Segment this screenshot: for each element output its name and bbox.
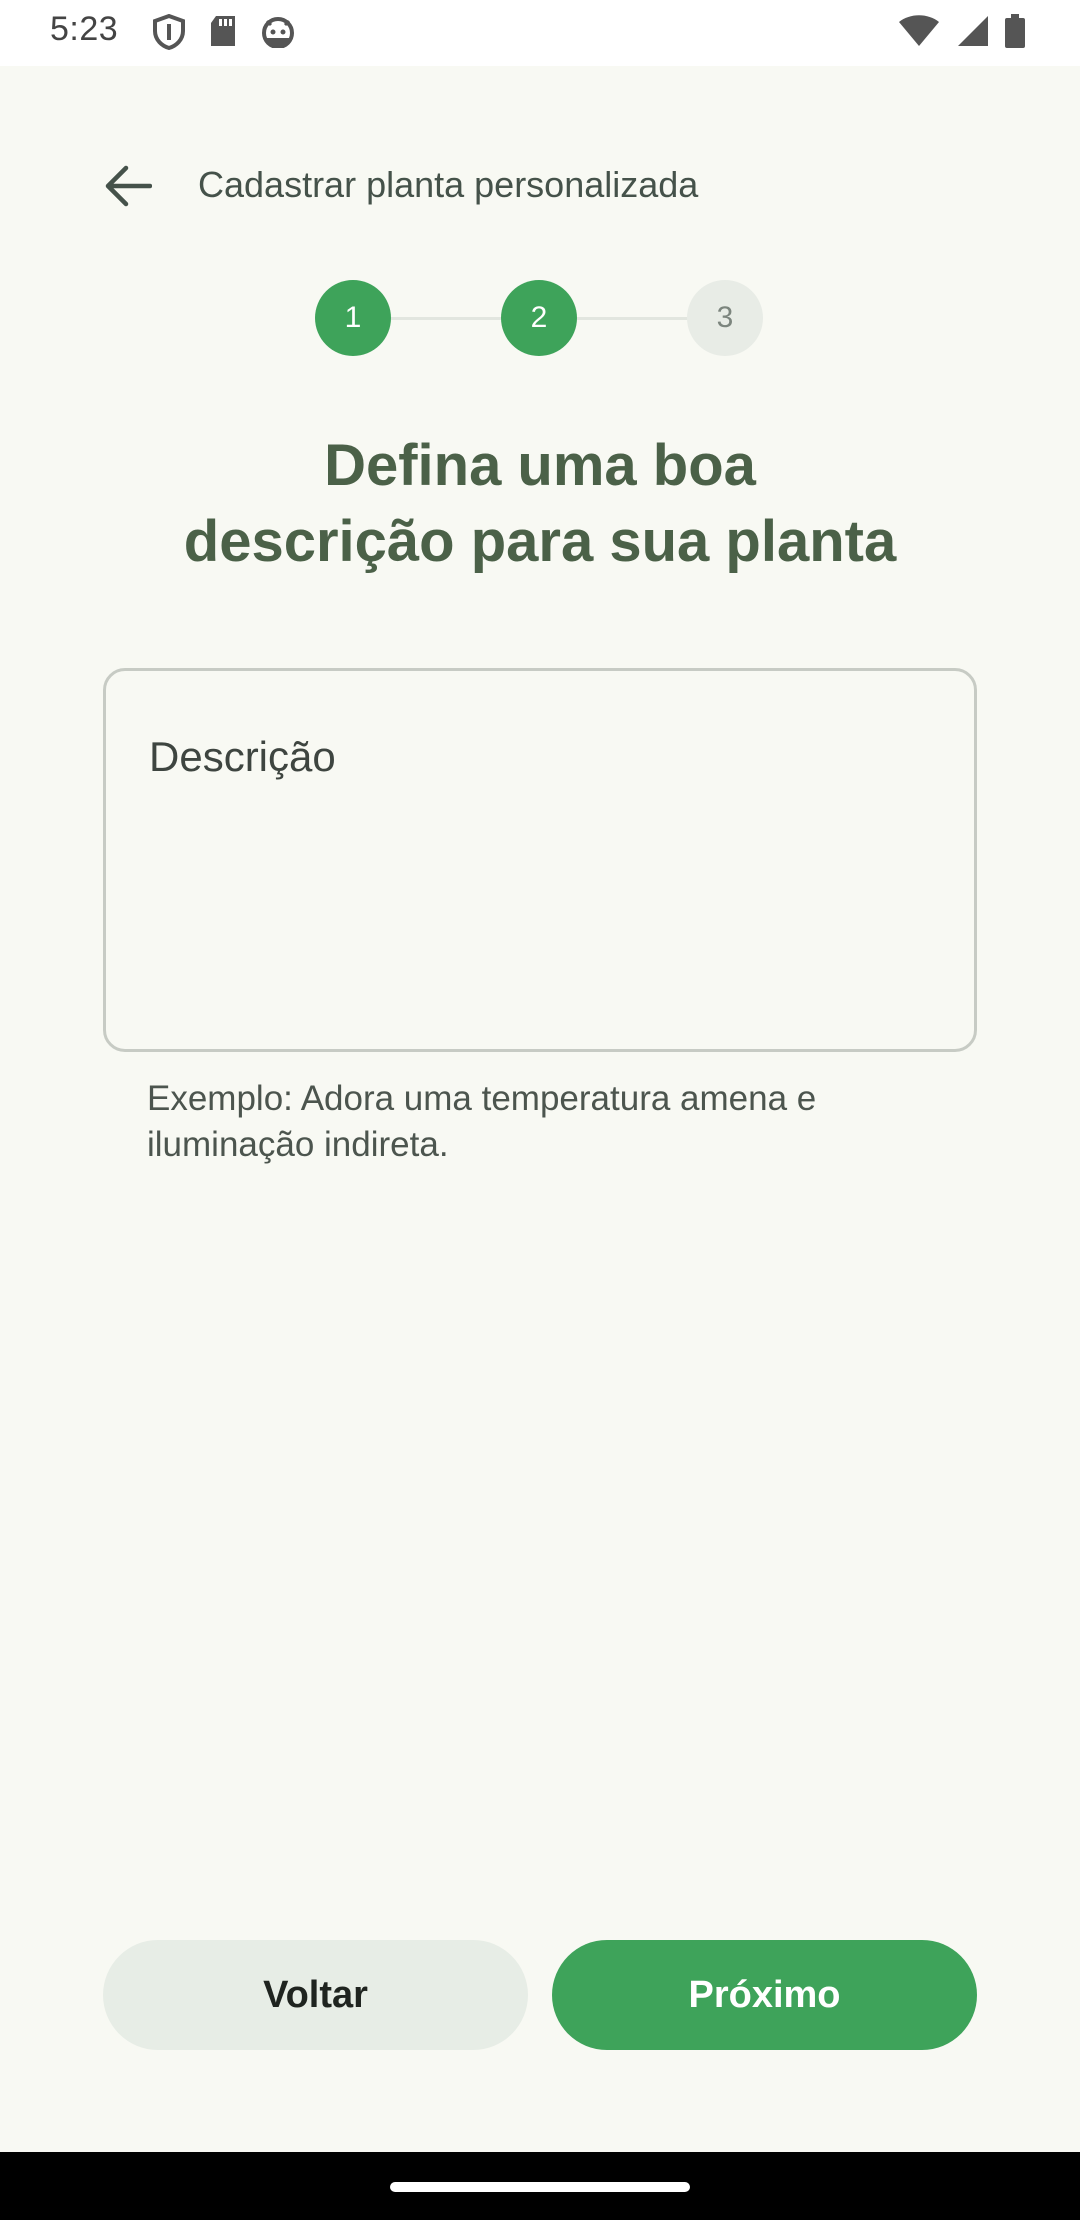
headline: Defina uma boa descrição para sua planta: [0, 428, 1080, 580]
status-icons-right: [898, 14, 1026, 48]
description-field[interactable]: Descrição: [103, 668, 977, 1052]
sd-card-icon: [208, 14, 238, 50]
status-bar: 5:23: [0, 0, 1080, 66]
stepper-connector-1: [391, 317, 503, 320]
step-1: 1: [315, 280, 391, 356]
description-helper-text: Exemplo: Adora uma temperatura amena e i…: [147, 1079, 817, 1164]
signal-icon: [954, 14, 990, 48]
android-icon: [260, 14, 296, 50]
app-bar: Cadastrar planta personalizada: [0, 66, 1080, 302]
step-3: 3: [687, 280, 763, 356]
back-step-button[interactable]: Voltar: [103, 1940, 528, 2050]
battery-icon: [1004, 14, 1026, 48]
back-button[interactable]: [92, 152, 164, 224]
progress-stepper: 1 2 3: [0, 280, 1080, 356]
shield-icon: [152, 14, 186, 50]
home-gesture-handle[interactable]: [390, 2182, 690, 2192]
description-field-label: Descrição: [149, 733, 336, 780]
step-2: 2: [501, 280, 577, 356]
stepper-connector-2: [577, 317, 689, 320]
page-title: Cadastrar planta personalizada: [198, 164, 699, 205]
wifi-icon: [898, 14, 940, 48]
headline-line-2: descrição para sua planta: [183, 509, 897, 574]
status-time: 5:23: [50, 10, 119, 48]
status-icons-left: [152, 14, 296, 50]
arrow-back-icon: [104, 164, 153, 213]
next-button[interactable]: Próximo: [552, 1940, 977, 2050]
headline-line-1: Defina uma boa: [324, 433, 756, 498]
system-nav-bar: [0, 2152, 1080, 2220]
